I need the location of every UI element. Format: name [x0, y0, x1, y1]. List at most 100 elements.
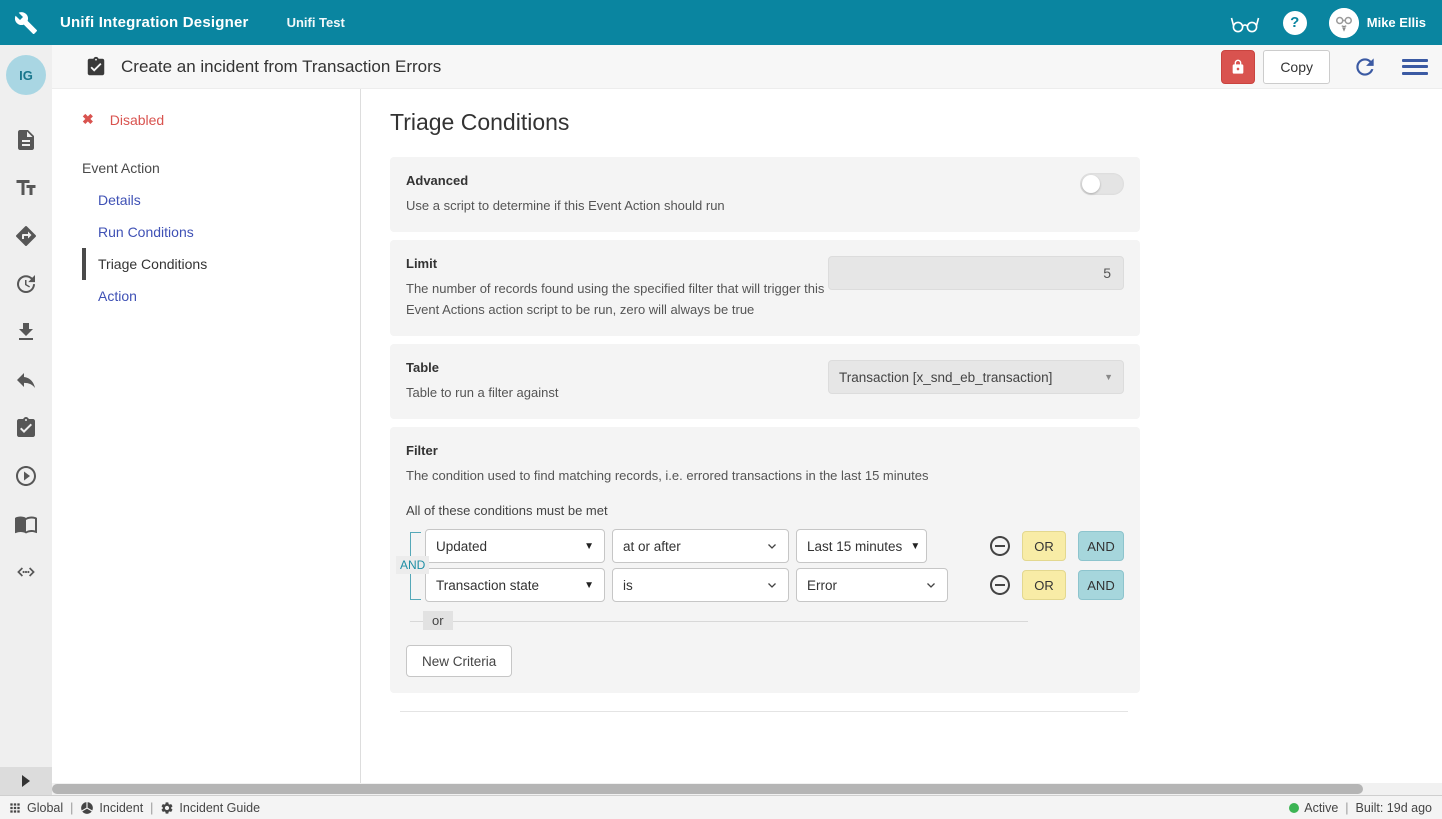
disabled-label: Disabled — [110, 112, 164, 128]
filter-description: The condition used to find matching reco… — [406, 465, 1124, 486]
integration-avatar[interactable]: IG — [6, 55, 46, 95]
condition-value-select[interactable]: Error — [796, 568, 948, 602]
active-status-dot — [1289, 803, 1299, 813]
disabled-status: ✖ Disabled — [82, 111, 360, 128]
copy-button[interactable]: Copy — [1263, 50, 1330, 84]
lock-button[interactable] — [1221, 50, 1255, 84]
limit-card: Limit The number of records found using … — [390, 240, 1140, 336]
scope-label: Global — [27, 801, 63, 815]
app-label: Incident — [99, 801, 143, 815]
play-circle-icon[interactable] — [14, 464, 38, 488]
caret-down-icon: ▼ — [576, 580, 594, 591]
nav-item-details[interactable]: Details — [82, 184, 360, 216]
main-content: Triage Conditions Advanced Use a script … — [362, 89, 1442, 783]
table-description: Table to run a filter against — [406, 382, 828, 403]
nav-item-action[interactable]: Action — [82, 280, 360, 312]
table-label: Table — [406, 360, 828, 375]
refresh-icon[interactable] — [1352, 54, 1378, 80]
caret-down-icon: ▼ — [902, 541, 920, 552]
condition-row: Updated ▼ at or after Last 15 minutes ▼ — [425, 528, 1124, 564]
section-divider — [400, 711, 1128, 712]
limit-input[interactable] — [828, 256, 1124, 290]
book-icon[interactable] — [14, 512, 38, 536]
value-value: Last 15 minutes — [807, 539, 902, 554]
directions-icon[interactable] — [14, 224, 38, 248]
condition-field-select[interactable]: Updated ▼ — [425, 529, 605, 563]
and-button[interactable]: AND — [1078, 570, 1124, 600]
x-icon: ✖ — [82, 111, 94, 128]
document-icon[interactable] — [14, 128, 38, 152]
chevron-down-icon — [766, 579, 778, 591]
filter-label: Filter — [406, 443, 1124, 458]
advanced-toggle[interactable] — [1080, 173, 1124, 195]
scope-picker[interactable]: Global — [8, 801, 63, 815]
table-select-value: Transaction [x_snd_eb_transaction] — [839, 370, 1052, 385]
remove-condition-icon[interactable] — [988, 573, 1012, 597]
limit-label: Limit — [406, 256, 828, 271]
user-menu[interactable]: Mike Ellis — [1329, 8, 1426, 38]
history-icon[interactable] — [14, 272, 38, 296]
condition-operator-select[interactable]: is — [612, 568, 789, 602]
or-separator: or — [406, 611, 1028, 633]
undo-icon[interactable] — [14, 368, 38, 392]
field-value: Transaction state — [436, 578, 539, 593]
separator: | — [70, 801, 73, 815]
app-picker[interactable]: Incident — [80, 801, 143, 815]
section-heading: Triage Conditions — [390, 109, 1442, 136]
caret-down-icon: ▼ — [1104, 372, 1113, 382]
glasses-icon[interactable] — [1229, 10, 1261, 36]
help-icon[interactable]: ? — [1283, 11, 1307, 35]
active-status-label: Active — [1304, 801, 1338, 815]
value-value: Error — [807, 578, 837, 593]
horizontal-scrollbar — [52, 783, 1442, 795]
app-header: Unifi Integration Designer Unifi Test ? — [0, 0, 1442, 45]
gear-icon — [160, 801, 174, 815]
condition-field-select[interactable]: Transaction state ▼ — [425, 568, 605, 602]
match-all-label: All of these conditions must be met — [406, 503, 1124, 518]
text-fields-icon[interactable] — [14, 176, 38, 200]
or-button[interactable]: OR — [1022, 531, 1066, 561]
chevron-down-icon — [925, 579, 937, 591]
menu-icon[interactable] — [1402, 57, 1428, 77]
or-chip: or — [423, 611, 453, 630]
operator-value: at or after — [623, 539, 681, 554]
separator-line — [410, 621, 1028, 622]
table-card: Table Table to run a filter against Tran… — [390, 344, 1140, 419]
table-select[interactable]: Transaction [x_snd_eb_transaction] ▼ — [828, 360, 1124, 394]
wrench-icon[interactable] — [0, 11, 52, 35]
condition-value-select[interactable]: Last 15 minutes ▼ — [796, 529, 927, 563]
field-value: Updated — [436, 539, 487, 554]
record-nav-panel: ✖ Disabled Event Action Details Run Cond… — [52, 89, 361, 783]
task-check-icon[interactable] — [14, 416, 38, 440]
chevron-down-icon — [766, 540, 778, 552]
limit-description: The number of records found using the sp… — [406, 278, 828, 320]
advanced-card: Advanced Use a script to determine if th… — [390, 157, 1140, 232]
scrollbar-thumb[interactable] — [52, 784, 1363, 794]
incident-pie-icon — [80, 801, 94, 815]
and-button[interactable]: AND — [1078, 531, 1124, 561]
icon-rail: IG — [0, 45, 52, 795]
advanced-label: Advanced — [406, 173, 828, 188]
and-connector-chip: AND — [396, 556, 429, 574]
nav-item-run-conditions[interactable]: Run Conditions — [82, 216, 360, 248]
apps-grid-icon — [8, 801, 22, 815]
advanced-description: Use a script to determine if this Event … — [406, 195, 828, 216]
download-icon[interactable] — [14, 320, 38, 344]
or-button[interactable]: OR — [1022, 570, 1066, 600]
expand-sidebar-button[interactable] — [0, 767, 52, 795]
caret-down-icon: ▼ — [576, 541, 594, 552]
remove-condition-icon[interactable] — [988, 534, 1012, 558]
condition-row: Transaction state ▼ is Error — [425, 567, 1124, 603]
toggle-knob — [1082, 175, 1100, 193]
nav-item-triage-conditions[interactable]: Triage Conditions — [82, 248, 360, 280]
code-icon[interactable] — [14, 560, 38, 584]
user-name: Mike Ellis — [1367, 15, 1426, 30]
status-bar: Global | Incident | Incident Guide Activ… — [0, 795, 1442, 819]
operator-value: is — [623, 578, 633, 593]
right-arrow-icon — [22, 775, 30, 787]
guide-label: Incident Guide — [179, 801, 260, 815]
new-criteria-button[interactable]: New Criteria — [406, 645, 512, 677]
guide-picker[interactable]: Incident Guide — [160, 801, 260, 815]
record-title-bar: Create an incident from Transaction Erro… — [52, 45, 1442, 89]
condition-operator-select[interactable]: at or after — [612, 529, 789, 563]
